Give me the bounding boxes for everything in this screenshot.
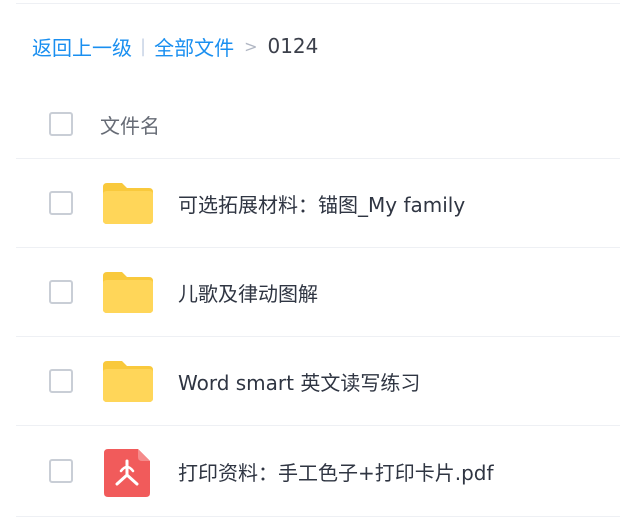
select-all-checkbox[interactable] [49,112,73,136]
top-divider [16,3,620,4]
folder-icon [103,272,153,313]
list-item[interactable]: 打印资料：手工色子+打印卡片.pdf [16,426,620,517]
breadcrumb-separator: | [140,35,147,57]
breadcrumb-arrow: > [244,36,258,56]
file-name[interactable]: 打印资料：手工色子+打印卡片.pdf [178,457,494,486]
list-item[interactable]: 儿歌及律动图解 [16,248,620,337]
row-checkbox[interactable] [49,191,73,215]
column-header-filename: 文件名 [100,113,160,138]
file-name[interactable]: 可选拓展材料：锚图_My family [178,189,465,218]
list-item[interactable]: Word smart 英文读写练习 [16,337,620,426]
row-checkbox[interactable] [49,459,73,483]
back-link[interactable]: 返回上一级 [32,32,132,61]
all-files-link[interactable]: 全部文件 [154,32,234,61]
current-folder-label: 0124 [267,34,319,58]
list-header: 文件名 [16,90,620,159]
list-item[interactable]: 可选拓展材料：锚图_My family [16,159,620,248]
folder-icon [103,183,153,224]
row-checkbox[interactable] [49,369,73,393]
pdf-icon [104,449,150,497]
file-name[interactable]: Word smart 英文读写练习 [178,367,420,396]
file-browser: 返回上一级 | 全部文件 > 0124 文件名 可选拓展材料：锚图_My fam… [0,0,620,528]
file-name[interactable]: 儿歌及律动图解 [178,278,318,307]
row-checkbox[interactable] [49,280,73,304]
folder-icon [103,361,153,402]
breadcrumb: 返回上一级 | 全部文件 > 0124 [32,30,318,62]
